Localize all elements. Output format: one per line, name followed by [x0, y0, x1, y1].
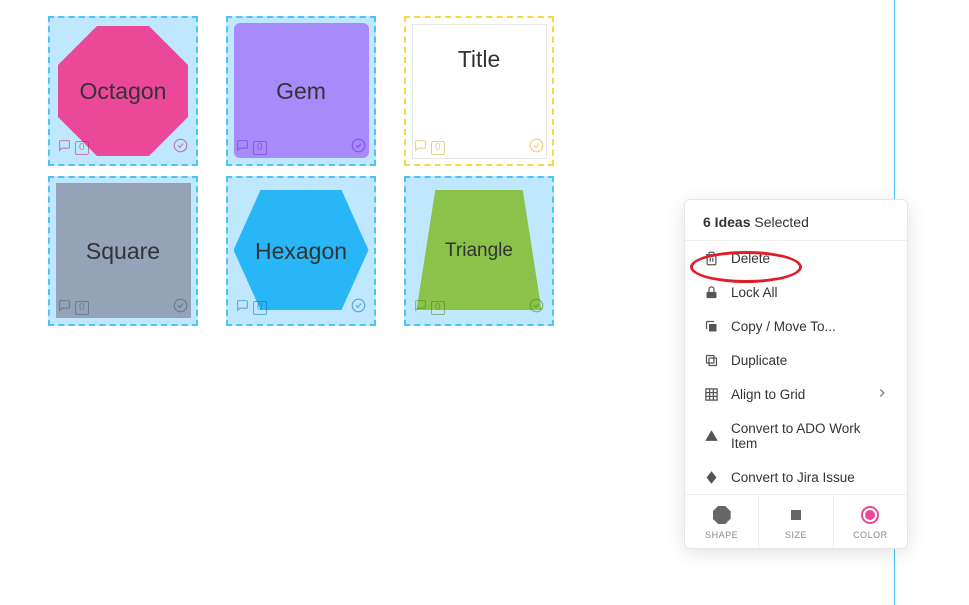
card-square[interactable]: Square 0 — [48, 176, 198, 326]
card-label: Title — [458, 46, 501, 73]
comment-icon[interactable] — [236, 299, 249, 317]
card-label: Octagon — [80, 78, 167, 105]
check-icon[interactable] — [529, 138, 544, 158]
card-octagon[interactable]: Octagon 0 — [48, 16, 198, 166]
menu-label: Delete — [731, 251, 770, 266]
count-badge: 0 — [253, 301, 267, 315]
card-footer: 0 — [58, 138, 188, 158]
count-badge: 0 — [75, 301, 89, 315]
check-icon[interactable] — [173, 298, 188, 318]
card-label: Square — [86, 238, 160, 265]
menu-lock[interactable]: Lock All — [685, 275, 907, 309]
selection-suffix: Selected — [750, 214, 808, 230]
chevron-right-icon — [875, 386, 889, 403]
lock-icon — [703, 284, 719, 300]
card-hexagon[interactable]: Hexagon 0 — [226, 176, 376, 326]
menu-copy[interactable]: Copy / Move To... — [685, 309, 907, 343]
comment-icon[interactable] — [414, 299, 427, 317]
shape-button[interactable]: SHAPE — [685, 495, 759, 548]
card-title[interactable]: Title 0 — [404, 16, 554, 166]
check-icon[interactable] — [351, 298, 366, 318]
panel-footer: SHAPE SIZE COLOR — [685, 494, 907, 548]
check-icon[interactable] — [173, 138, 188, 158]
selection-count: 6 Ideas — [703, 214, 750, 230]
comment-icon[interactable] — [58, 299, 71, 317]
menu-delete[interactable]: Delete — [685, 241, 907, 275]
card-gem[interactable]: Gem 0 — [226, 16, 376, 166]
copy-icon — [703, 318, 719, 334]
ado-icon — [703, 428, 719, 444]
duplicate-icon — [703, 352, 719, 368]
card-footer: 0 — [236, 138, 366, 158]
grid-icon — [703, 387, 719, 403]
panel-header: 6 Ideas Selected — [685, 200, 907, 240]
card-footer: 0 — [414, 138, 544, 158]
card-footer: 0 — [236, 298, 366, 318]
menu-label: Convert to Jira Issue — [731, 470, 855, 485]
menu-label: Lock All — [731, 285, 778, 300]
menu-align[interactable]: Align to Grid — [685, 377, 907, 412]
menu-label: Duplicate — [731, 353, 787, 368]
check-icon[interactable] — [351, 138, 366, 158]
size-button[interactable]: SIZE — [759, 495, 833, 548]
count-badge: 0 — [431, 301, 445, 315]
card-label: Gem — [276, 78, 326, 105]
size-icon — [786, 505, 806, 525]
menu-label: Convert to ADO Work Item — [731, 421, 889, 451]
count-badge: 0 — [75, 141, 89, 155]
trash-icon — [703, 250, 719, 266]
check-icon[interactable] — [529, 298, 544, 318]
menu-jira[interactable]: Convert to Jira Issue — [685, 460, 907, 494]
footer-label: SIZE — [785, 530, 807, 540]
menu-ado[interactable]: Convert to ADO Work Item — [685, 412, 907, 460]
footer-label: SHAPE — [705, 530, 738, 540]
context-panel: 6 Ideas Selected Delete Lock All Copy / … — [684, 199, 908, 549]
card-footer: 0 — [58, 298, 188, 318]
count-badge: 0 — [431, 141, 445, 155]
menu-label: Copy / Move To... — [731, 319, 836, 334]
jira-icon — [703, 469, 719, 485]
card-label: Triangle — [445, 240, 513, 262]
card-footer: 0 — [414, 298, 544, 318]
count-badge: 0 — [253, 141, 267, 155]
comment-icon[interactable] — [414, 139, 427, 157]
footer-label: COLOR — [853, 530, 888, 540]
color-button[interactable]: COLOR — [834, 495, 907, 548]
comment-icon[interactable] — [58, 139, 71, 157]
color-icon — [860, 505, 880, 525]
comment-icon[interactable] — [236, 139, 249, 157]
shape-icon — [712, 505, 732, 525]
card-triangle[interactable]: Triangle 0 — [404, 176, 554, 326]
card-label: Hexagon — [255, 238, 347, 265]
menu-duplicate[interactable]: Duplicate — [685, 343, 907, 377]
menu-label: Align to Grid — [731, 387, 805, 402]
